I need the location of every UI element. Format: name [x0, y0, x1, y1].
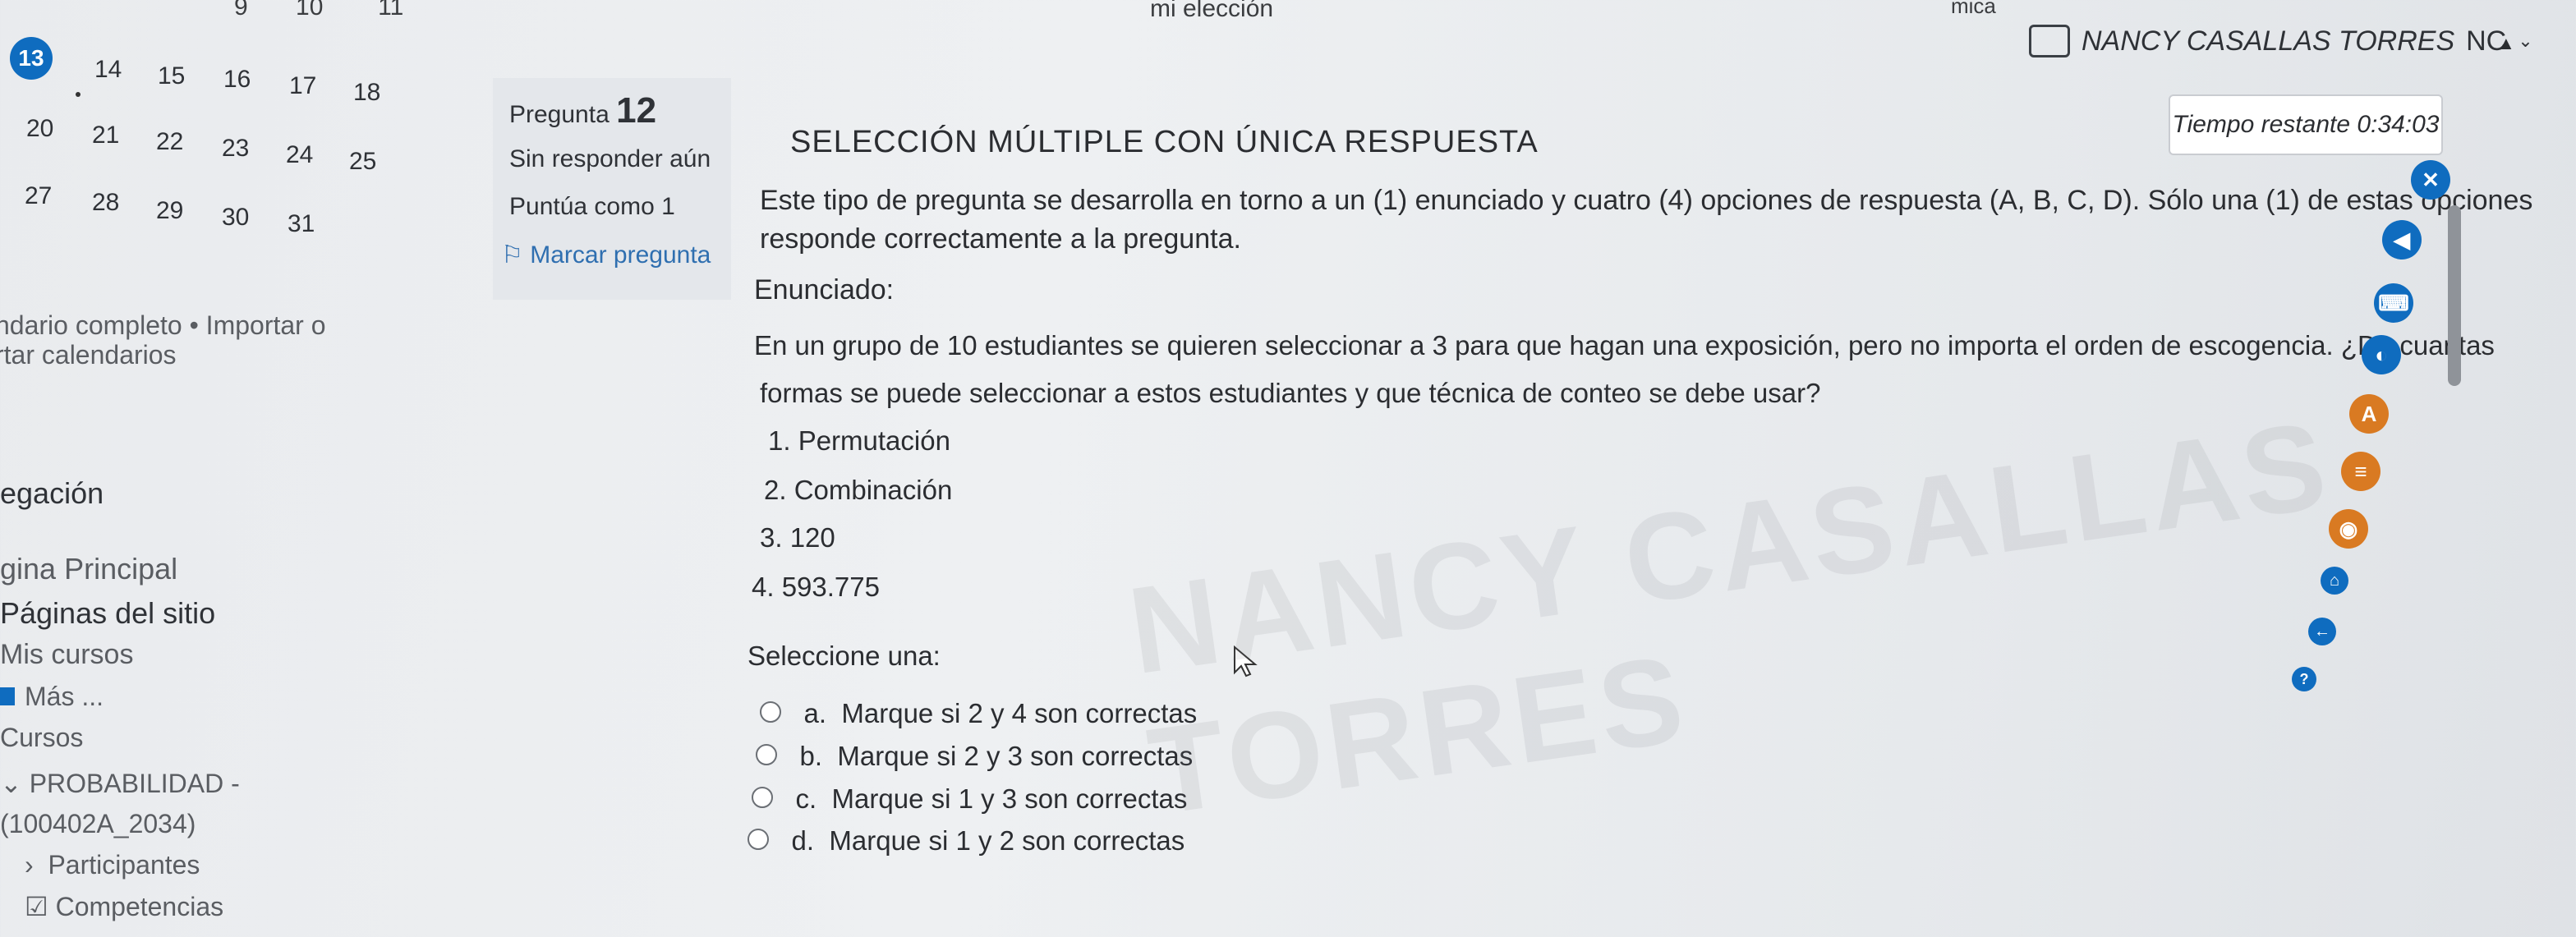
- chevron-down-icon: ⌄: [2518, 30, 2533, 51]
- calendar-day[interactable]: 18: [353, 79, 380, 107]
- keyboard-icon[interactable]: ⌨: [2374, 283, 2413, 323]
- text-size-icon[interactable]: A: [2349, 394, 2389, 434]
- option-letter: c.: [795, 783, 817, 814]
- flag-question-button[interactable]: ⚐ Marcar pregunta: [501, 241, 711, 269]
- list-item: 1. Permutación: [768, 425, 950, 456]
- calendar-day[interactable]: 27: [25, 182, 52, 210]
- chevron-down-icon: ⌄: [0, 769, 30, 798]
- nav-block-title: egación: [0, 476, 104, 510]
- back-arrow-icon[interactable]: ←: [2308, 618, 2336, 645]
- user-name: NANCY CASALLAS TORRES: [2082, 25, 2455, 57]
- answer-option-b[interactable]: b. Marque si 2 y 3 son correctas: [756, 741, 1193, 772]
- statement-line-2: formas se puede seleccionar a estos estu…: [760, 378, 1821, 408]
- calendar-day[interactable]: 15: [158, 62, 185, 90]
- scrollbar[interactable]: [2448, 205, 2461, 386]
- chevron-right-icon: ›: [25, 850, 48, 880]
- calendar-day[interactable]: 14: [94, 56, 122, 84]
- checklist-icon: ☑: [25, 892, 56, 921]
- question-score: Puntúa como 1: [509, 193, 675, 220]
- breadcrumb-fragment: mi elección: [1150, 0, 1274, 22]
- select-prompt: Seleccione una:: [748, 641, 941, 671]
- calendar-day[interactable]: 30: [222, 204, 249, 232]
- nav-participants-label: Participantes: [48, 850, 200, 880]
- nav-course-code[interactable]: (100402A_2034): [0, 809, 196, 839]
- calendar-day[interactable]: 17: [289, 72, 316, 100]
- question-intro-2: responde correctamente a la pregunta.: [760, 223, 1241, 255]
- contrast-icon[interactable]: ◐: [2362, 335, 2401, 374]
- nav-home[interactable]: gina Principal: [0, 552, 177, 586]
- calendar-day[interactable]: 22: [156, 128, 183, 156]
- question-status: Sin responder aún: [509, 145, 711, 172]
- user-icon: [2029, 25, 2070, 57]
- calendar-day[interactable]: 31: [288, 210, 315, 238]
- list-item: 4. 593.775: [752, 572, 880, 602]
- timer-value: 0:34:03: [2357, 111, 2440, 138]
- calendar-day[interactable]: 16: [223, 66, 251, 94]
- nav-more-label: Más ...: [25, 682, 104, 711]
- calendar-day-today[interactable]: 13: [10, 37, 53, 80]
- home-icon[interactable]: ⌂: [2321, 567, 2348, 595]
- calendar-prev-nums: 9 10 11: [234, 0, 404, 21]
- radio-button[interactable]: [752, 787, 773, 808]
- reader-icon[interactable]: ≡: [2341, 452, 2380, 491]
- question-intro-1: Este tipo de pregunta se desarrolla en t…: [760, 185, 2533, 216]
- calendar-day[interactable]: 25: [349, 148, 376, 176]
- flag-icon: ⚐: [501, 241, 531, 269]
- calendar-links-2[interactable]: rtar calendarios: [0, 340, 177, 370]
- nav-participants[interactable]: › Participantes: [25, 850, 200, 880]
- nav-competencies[interactable]: ☑ Competencias: [25, 891, 223, 922]
- calendar-day[interactable]: 20: [26, 115, 53, 143]
- option-text: Marque si 1 y 2 son correctas: [829, 825, 1185, 856]
- focus-icon[interactable]: ◉: [2329, 509, 2368, 549]
- option-letter: b.: [799, 741, 823, 771]
- radio-button[interactable]: [760, 701, 781, 723]
- list-item: 2. Combinación: [764, 475, 953, 505]
- user-menu[interactable]: NANCY CASALLAS TORRES NC ⌄: [2029, 25, 2533, 57]
- calendar-day[interactable]: 23: [222, 135, 249, 163]
- help-icon[interactable]: ?: [2292, 667, 2316, 691]
- option-letter: a.: [803, 698, 827, 728]
- question-heading: SELECCIÓN MÚLTIPLE CON ÚNICA RESPUESTA: [790, 125, 1539, 159]
- answer-option-c[interactable]: c. Marque si 1 y 3 son correctas: [752, 783, 1187, 815]
- list-item: 3. 120: [760, 522, 835, 553]
- calendar-day[interactable]: 28: [92, 189, 119, 217]
- calendar-links[interactable]: ndario completo • Importar o: [0, 310, 326, 341]
- answer-option-d[interactable]: d. Marque si 1 y 2 son correctas: [748, 825, 1184, 857]
- time-remaining: Tiempo restante 0:34:03: [2169, 94, 2443, 155]
- question-label: Pregunta 12: [509, 90, 657, 131]
- scroll-up-icon[interactable]: ▲: [2497, 33, 2515, 54]
- option-text: Marque si 2 y 3 son correctas: [837, 741, 1194, 771]
- statement-label: Enunciado:: [754, 274, 895, 305]
- menu-fragment[interactable]: mica: [1951, 0, 1996, 19]
- nav-more[interactable]: Más ...: [0, 682, 104, 712]
- calendar-day[interactable]: 21: [92, 122, 119, 149]
- nav-courses[interactable]: Cursos: [0, 723, 83, 753]
- flag-question-label: Marcar pregunta: [530, 241, 711, 269]
- square-icon: [0, 687, 15, 705]
- nav-course[interactable]: ⌄ PROBABILIDAD -: [0, 768, 240, 799]
- calendar-day[interactable]: 24: [286, 141, 313, 169]
- statement-line-1: En un grupo de 10 estudiantes se quieren…: [754, 330, 2495, 361]
- question-number: 12: [616, 90, 657, 131]
- watermark: NANCY CASALLAS TORRES: [1120, 394, 2339, 841]
- radio-button[interactable]: [756, 744, 777, 765]
- nav-my-courses[interactable]: Mis cursos: [0, 639, 133, 671]
- nav-competencies-label: Competencias: [55, 892, 224, 921]
- calendar-day[interactable]: 29: [156, 197, 183, 225]
- speaker-icon[interactable]: ◀: [2382, 220, 2422, 260]
- option-letter: d.: [791, 825, 815, 856]
- option-text: Marque si 1 y 3 son correctas: [831, 783, 1188, 814]
- nav-site-pages[interactable]: Páginas del sitio: [0, 596, 215, 631]
- radio-button[interactable]: [748, 829, 769, 850]
- event-dot: [76, 92, 80, 97]
- close-icon[interactable]: ✕: [2411, 160, 2450, 200]
- timer-label: Tiempo restante: [2172, 111, 2351, 138]
- answer-option-a[interactable]: a. Marque si 2 y 4 son correctas: [760, 698, 1197, 729]
- nav-course-label: PROBABILIDAD -: [29, 769, 240, 798]
- question-info: Pregunta 12 Sin responder aún Puntúa com…: [493, 78, 731, 300]
